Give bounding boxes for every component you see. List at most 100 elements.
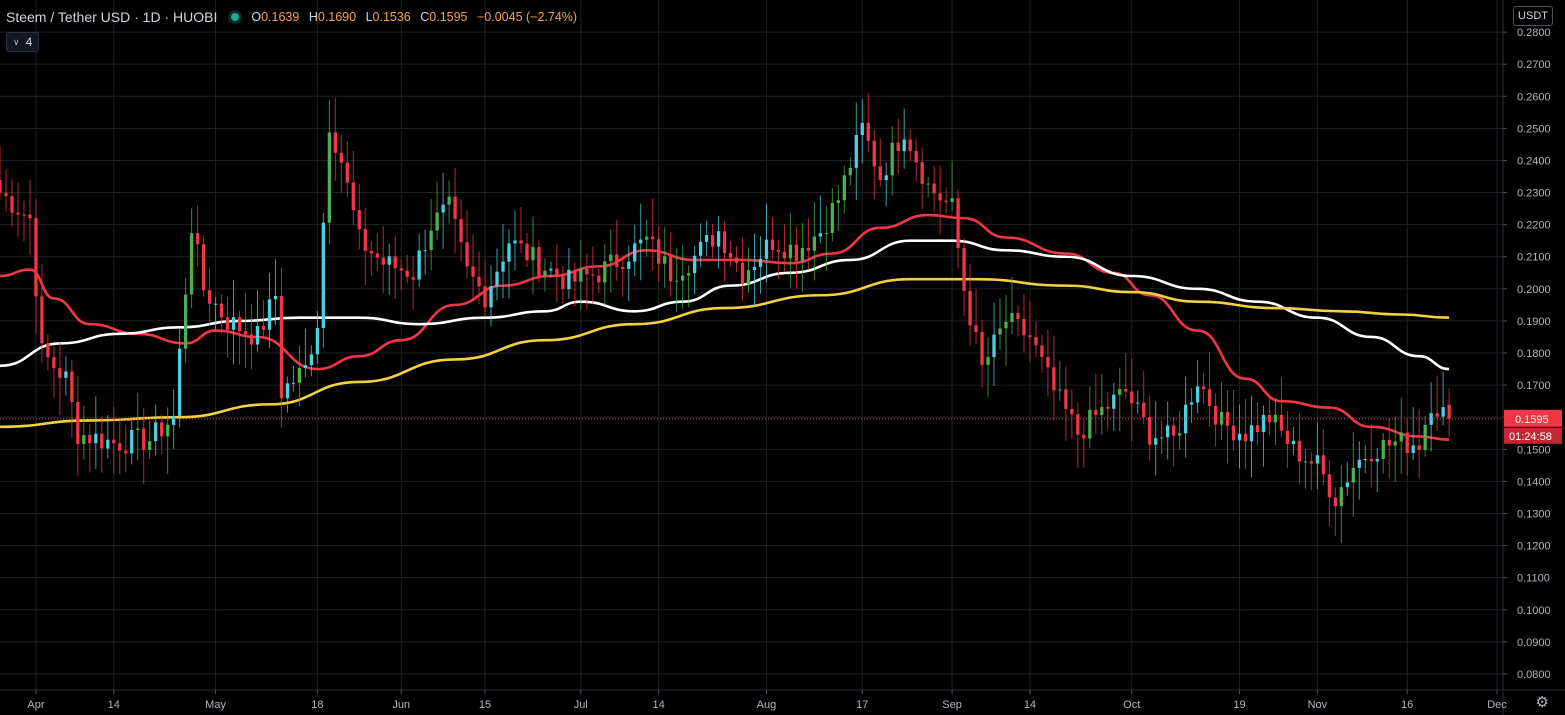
candle-body xyxy=(52,357,56,369)
candle-body xyxy=(579,269,583,282)
candle-body xyxy=(58,368,62,378)
candle-body xyxy=(962,247,966,291)
time-tick-label: 14 xyxy=(108,699,120,711)
candle-body xyxy=(597,275,601,283)
candle-body xyxy=(285,383,290,399)
candle-body xyxy=(1255,425,1260,433)
candle-body xyxy=(950,198,954,202)
candle-body xyxy=(639,239,643,244)
candle-body xyxy=(621,266,625,269)
candle-body xyxy=(1417,445,1421,450)
candle-body xyxy=(1261,415,1266,433)
candle-body xyxy=(1160,437,1164,439)
candle-body xyxy=(1333,497,1337,507)
candle-body xyxy=(417,250,421,280)
time-tick-label: 14 xyxy=(1024,699,1036,711)
candle-body xyxy=(686,273,691,276)
candle-body xyxy=(130,430,134,454)
candle-body xyxy=(645,236,649,240)
candle-body xyxy=(800,247,805,261)
candle-body xyxy=(345,162,349,183)
price-axis[interactable]: 0.0800 0.0900 0.1000 0.1100 0.1200 0.1300 0.14… xyxy=(1502,0,1551,715)
candle-body xyxy=(513,240,517,244)
candle-body xyxy=(926,183,930,185)
change-value: −0.0045 (−2.74%) xyxy=(476,10,578,24)
candle-body xyxy=(303,365,308,369)
candle-body xyxy=(423,250,427,252)
candle-body xyxy=(64,371,68,378)
candle-body xyxy=(818,233,823,237)
candle-body xyxy=(435,212,439,231)
candle-body xyxy=(291,382,296,384)
candle-body xyxy=(1309,461,1314,464)
candle-body xyxy=(770,239,775,251)
candle-body xyxy=(884,175,888,181)
price-tick-label: 0.0900 xyxy=(1517,637,1551,649)
time-tick-label: Jun xyxy=(392,699,410,711)
candle-body xyxy=(710,235,715,247)
candle-body xyxy=(746,270,751,284)
symbol-title[interactable]: Steem / Tether USD · 1D · HUOBI xyxy=(6,9,217,25)
candle-body xyxy=(189,233,194,295)
candle-body xyxy=(321,222,326,329)
open-label: O xyxy=(251,10,262,24)
candle-body xyxy=(519,240,523,244)
candle-body xyxy=(261,326,266,330)
candle-body xyxy=(237,317,242,332)
candle-body xyxy=(567,269,571,290)
candle-body xyxy=(1058,389,1062,391)
candle-body xyxy=(100,433,104,449)
candle-body xyxy=(848,167,852,176)
candle-body xyxy=(992,334,996,358)
time-tick-label: Nov xyxy=(1308,699,1328,711)
candle-body xyxy=(824,232,828,234)
candle-body xyxy=(1070,408,1074,415)
candle-body xyxy=(740,262,745,284)
price-tick-label: 0.2800 xyxy=(1517,27,1551,39)
candle-body xyxy=(866,122,870,141)
candle-body xyxy=(363,229,367,251)
candle-body xyxy=(1447,404,1451,419)
gear-icon[interactable]: ⚙ xyxy=(1536,693,1549,711)
candle-body xyxy=(1118,389,1122,395)
candle-body xyxy=(166,424,170,437)
candle-body xyxy=(34,218,38,297)
candle-body xyxy=(627,261,631,269)
time-tick-label: Jul xyxy=(574,699,588,711)
candle-body xyxy=(728,253,733,258)
candle-body xyxy=(1405,432,1409,454)
currency-unit-badge[interactable]: USDT xyxy=(1513,6,1553,26)
candle-body xyxy=(806,247,811,251)
candle-body xyxy=(88,434,92,444)
candle-body xyxy=(297,368,302,383)
candle-body xyxy=(82,434,86,445)
candle-body xyxy=(836,200,840,204)
candle-body xyxy=(1411,445,1415,454)
candle-body xyxy=(1046,356,1050,368)
candle-body xyxy=(94,433,98,444)
chart-header: Steem / Tether USD · 1D · HUOBI O0.1639 … xyxy=(6,6,577,28)
candle-body xyxy=(980,332,984,365)
candle-body xyxy=(405,270,409,277)
candle-body xyxy=(914,150,918,163)
candle-body xyxy=(1148,417,1152,445)
candle-body xyxy=(154,422,158,442)
indicators-toggle-button[interactable]: ∨ 4 xyxy=(6,32,40,52)
time-axis[interactable]: Apr 14 May 18 Jun 15 Jul 14 Aug 17 Sep 14 Oct 19 Nov 16… xyxy=(0,689,1565,711)
candle-body xyxy=(860,122,864,135)
candle-body xyxy=(1363,459,1367,461)
candle-body xyxy=(1213,405,1218,425)
candle-body xyxy=(255,326,260,345)
candle-body xyxy=(531,246,535,261)
candle-body xyxy=(1249,425,1254,442)
candle-body xyxy=(399,268,403,271)
candle-body xyxy=(1016,312,1020,320)
candle-body xyxy=(704,235,709,242)
candle-body xyxy=(1034,337,1038,346)
candle-body xyxy=(1339,487,1343,507)
candle-body xyxy=(788,244,793,259)
candle-body xyxy=(1351,467,1355,483)
price-chart[interactable]: 0.0800 0.0900 0.1000 0.1100 0.1200 0.1300 0.14… xyxy=(0,0,1565,715)
candle-body xyxy=(4,192,8,197)
candle-body xyxy=(1279,414,1284,431)
